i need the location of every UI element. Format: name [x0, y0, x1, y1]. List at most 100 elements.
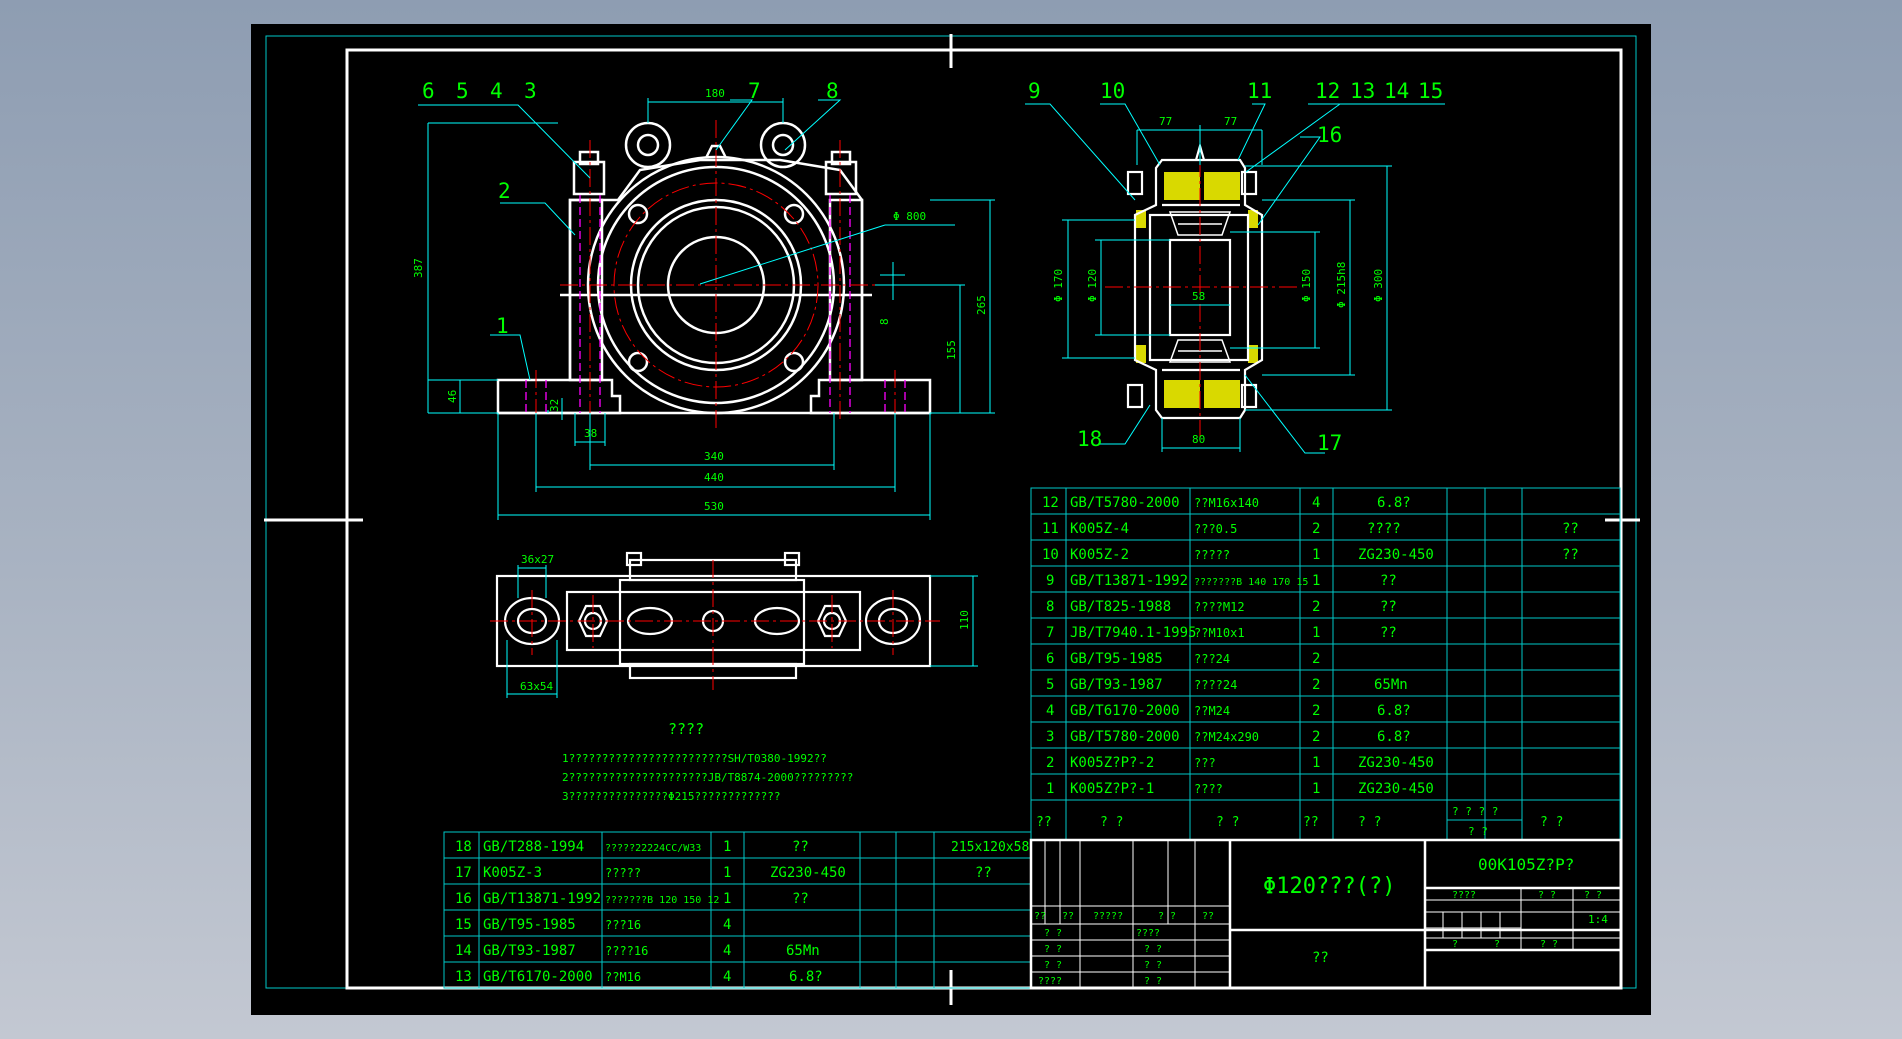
svg-text:????: ????: [1038, 976, 1062, 987]
svg-text:K005Z-2: K005Z-2: [1070, 547, 1129, 563]
svg-text:??: ??: [1036, 815, 1052, 830]
svg-text:3: 3: [1046, 729, 1054, 745]
dim-80: 80: [1192, 433, 1205, 446]
svg-text:? ?: ? ?: [1044, 944, 1062, 955]
svg-text:?????: ?????: [1194, 548, 1230, 562]
part-label-10: 10: [1100, 79, 1125, 103]
svg-text:???0.5: ???0.5: [1194, 522, 1237, 536]
svg-text:2: 2: [1312, 677, 1320, 693]
svg-text:??: ??: [792, 891, 809, 907]
svg-text:??M16x140: ??M16x140: [1194, 496, 1259, 510]
part-label-13: 13: [1350, 79, 1375, 103]
svg-text:???????B 140 170 15: ???????B 140 170 15: [1194, 577, 1308, 588]
svg-text:? ?: ? ?: [1044, 928, 1062, 939]
dim-dia-215: Φ 215h8: [1335, 262, 1348, 308]
svg-text:ZG230-450: ZG230-450: [1358, 547, 1434, 563]
svg-text:?????: ?????: [1093, 911, 1123, 922]
svg-text:7: 7: [1046, 625, 1054, 641]
svg-text:??: ??: [1303, 815, 1319, 830]
svg-text:GB/T5780-2000: GB/T5780-2000: [1070, 729, 1180, 745]
svg-text:4: 4: [723, 969, 731, 985]
note-line-3: 3???????????????Φ215?????????????: [562, 790, 781, 803]
note-line-2: 2?????????????????????JB/T8874-2000?????…: [562, 771, 853, 784]
svg-text:??: ??: [1380, 573, 1397, 589]
part-label-12: 12: [1315, 79, 1340, 103]
svg-text:GB/T13871-1992: GB/T13871-1992: [483, 891, 601, 907]
svg-text:??: ??: [1380, 599, 1397, 615]
svg-text:?: ?: [1494, 939, 1500, 950]
svg-text:GB/T5780-2000: GB/T5780-2000: [1070, 495, 1180, 511]
svg-text:??: ??: [1562, 521, 1579, 537]
svg-text:GB/T825-1988: GB/T825-1988: [1070, 599, 1171, 615]
svg-text:2: 2: [1312, 729, 1320, 745]
svg-text:6.8?: 6.8?: [789, 969, 823, 985]
svg-text:18: 18: [455, 839, 472, 855]
svg-text:? ?: ? ?: [1538, 890, 1556, 901]
svg-text:??: ??: [1034, 911, 1046, 922]
svg-text:? ?: ? ?: [1540, 939, 1558, 950]
svg-text:??M24: ??M24: [1194, 704, 1230, 718]
svg-text:?: ?: [1452, 939, 1458, 950]
svg-text:????: ????: [1367, 521, 1401, 537]
svg-text:GB/T93-1987: GB/T93-1987: [483, 943, 576, 959]
svg-text:16: 16: [455, 891, 472, 907]
svg-text:1: 1: [723, 839, 731, 855]
part-label-6: 6: [422, 79, 435, 103]
svg-text:??: ??: [1202, 911, 1214, 922]
svg-text:GB/T6170-2000: GB/T6170-2000: [1070, 703, 1180, 719]
svg-text:1: 1: [1312, 755, 1320, 771]
cad-drawing-canvas[interactable]: 6 5 4 3 7 8 2 1 180 Φ 800 387 265 155 46…: [0, 0, 1902, 1039]
dim-77-b: 77: [1224, 115, 1237, 128]
svg-text:K005Z?P?-2: K005Z?P?-2: [1070, 755, 1154, 771]
svg-text:14: 14: [455, 943, 472, 959]
svg-text:??M10x1: ??M10x1: [1194, 626, 1245, 640]
svg-text:? ?: ? ?: [1540, 815, 1563, 830]
svg-text:??: ??: [975, 865, 992, 881]
svg-text:GB/T95-1985: GB/T95-1985: [483, 917, 576, 933]
dim-38: 38: [584, 427, 597, 440]
dim-58: 58: [1192, 290, 1205, 303]
dim-dia-170: Φ 170: [1052, 269, 1065, 302]
svg-text:2: 2: [1312, 521, 1320, 537]
svg-text:15: 15: [455, 917, 472, 933]
svg-text:ZG230-450: ZG230-450: [1358, 755, 1434, 771]
dim-dia-300: Φ 300: [1372, 269, 1385, 302]
svg-text:??: ??: [1062, 911, 1074, 922]
dim-530: 530: [704, 500, 724, 513]
dim-8: 8: [878, 318, 891, 325]
svg-text:6: 6: [1046, 651, 1054, 667]
svg-text:ZG230-450: ZG230-450: [1358, 781, 1434, 797]
svg-text:?????22224CC/W33: ?????22224CC/W33: [605, 843, 701, 854]
svg-text:65Mn: 65Mn: [786, 943, 820, 959]
svg-text:??: ??: [1562, 547, 1579, 563]
svg-text:? ?: ? ?: [1144, 944, 1162, 955]
svg-text:GB/T95-1985: GB/T95-1985: [1070, 651, 1163, 667]
svg-text:? ?: ? ?: [1044, 960, 1062, 971]
svg-text:GB/T13871-1992: GB/T13871-1992: [1070, 573, 1188, 589]
svg-text:? ?: ? ?: [1584, 890, 1602, 901]
dim-dia-800: Φ 800: [893, 210, 926, 223]
part-label-14: 14: [1384, 79, 1409, 103]
svg-text:GB/T6170-2000: GB/T6170-2000: [483, 969, 593, 985]
svg-text:? ?: ? ?: [1100, 815, 1123, 830]
part-label-17: 17: [1317, 431, 1342, 455]
svg-text:K005Z-3: K005Z-3: [483, 865, 542, 881]
dim-110: 110: [958, 610, 971, 630]
dim-265: 265: [975, 295, 988, 315]
svg-text:1: 1: [1312, 547, 1320, 563]
svg-text:???: ???: [1194, 756, 1216, 770]
dim-180: 180: [705, 87, 725, 100]
svg-text:????: ????: [1136, 928, 1160, 939]
svg-text:13: 13: [455, 969, 472, 985]
svg-text:1: 1: [723, 865, 731, 881]
company-unit: ??: [1312, 950, 1329, 966]
scale: 1:4: [1588, 913, 1608, 926]
svg-text:17: 17: [455, 865, 472, 881]
svg-text:1: 1: [1312, 573, 1320, 589]
svg-text:??: ??: [792, 839, 809, 855]
dim-155: 155: [945, 340, 958, 360]
svg-text:? ?: ? ?: [1216, 815, 1239, 830]
svg-text:? ?: ? ?: [1158, 911, 1176, 922]
svg-text:6.8?: 6.8?: [1377, 703, 1411, 719]
svg-text:1: 1: [1312, 625, 1320, 641]
